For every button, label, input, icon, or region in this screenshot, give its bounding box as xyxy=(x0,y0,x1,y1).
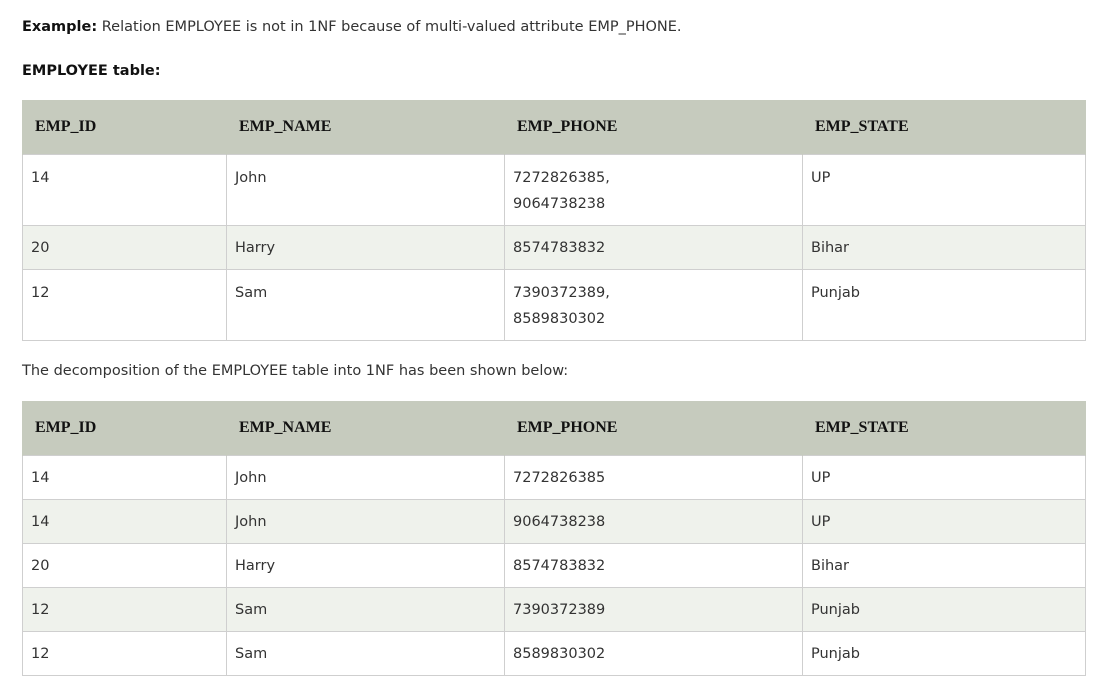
cell-emp-id: 14 xyxy=(22,498,227,544)
cell-emp-phone: 7272826385, 9064738238 xyxy=(504,153,803,226)
cell-emp-id: 20 xyxy=(22,224,227,270)
example-text: Relation EMPLOYEE is not in 1NF because … xyxy=(97,19,682,35)
cell-emp-phone: 7390372389, 8589830302 xyxy=(504,268,803,341)
cell-emp-id: 14 xyxy=(22,454,227,500)
header-emp-phone: EMP_PHONE xyxy=(504,401,803,455)
cell-emp-state: UP xyxy=(802,153,1086,226)
header-emp-id: EMP_ID xyxy=(22,401,227,455)
table-header-row: EMP_ID EMP_NAME EMP_PHONE EMP_STATE xyxy=(22,401,1086,455)
cell-emp-id: 20 xyxy=(22,542,227,588)
cell-emp-id: 12 xyxy=(22,268,227,341)
cell-emp-phone: 8574783832 xyxy=(504,224,803,270)
example-label: Example: xyxy=(22,19,98,35)
header-emp-phone: EMP_PHONE xyxy=(504,100,803,154)
phone-value: 9064738238 xyxy=(513,195,606,212)
cell-emp-name: John xyxy=(226,153,505,226)
cell-emp-name: Harry xyxy=(226,224,505,270)
cell-emp-phone: 7390372389 xyxy=(504,586,803,632)
header-emp-id: EMP_ID xyxy=(22,100,227,154)
header-emp-name: EMP_NAME xyxy=(226,100,505,154)
header-emp-name: EMP_NAME xyxy=(226,401,505,455)
decomposition-paragraph: The decomposition of the EMPLOYEE table … xyxy=(22,363,569,379)
cell-emp-phone: 8589830302 xyxy=(504,630,803,676)
table-row: 14 John 9064738238 UP xyxy=(22,498,1086,544)
employee-table: EMP_ID EMP_NAME EMP_PHONE EMP_STATE 14 J… xyxy=(22,100,1086,341)
cell-emp-id: 12 xyxy=(22,586,227,632)
phone-value: 7390372389, xyxy=(513,284,610,301)
employee-1nf-table: EMP_ID EMP_NAME EMP_PHONE EMP_STATE 14 J… xyxy=(22,401,1086,676)
cell-emp-name: Harry xyxy=(226,542,505,588)
cell-emp-id: 14 xyxy=(22,153,227,226)
cell-emp-phone: 9064738238 xyxy=(504,498,803,544)
cell-emp-state: Punjab xyxy=(802,586,1086,632)
cell-emp-state: Bihar xyxy=(802,224,1086,270)
table-row: 14 John 7272826385 UP xyxy=(22,454,1086,500)
table-row: 12 Sam 7390372389, 8589830302 Punjab xyxy=(22,268,1086,341)
cell-emp-name: Sam xyxy=(226,586,505,632)
cell-emp-id: 12 xyxy=(22,630,227,676)
header-emp-state: EMP_STATE xyxy=(802,401,1086,455)
phone-value: 7272826385, xyxy=(513,169,610,186)
example-paragraph: Example: Relation EMPLOYEE is not in 1NF… xyxy=(22,17,682,37)
cell-emp-name: Sam xyxy=(226,630,505,676)
cell-emp-name: John xyxy=(226,498,505,544)
table-caption: EMPLOYEE table: xyxy=(22,63,161,79)
header-emp-state: EMP_STATE xyxy=(802,100,1086,154)
table-row: 12 Sam 8589830302 Punjab xyxy=(22,630,1086,676)
table-row: 14 John 7272826385, 9064738238 UP xyxy=(22,153,1086,226)
table-row: 20 Harry 8574783832 Bihar xyxy=(22,224,1086,270)
cell-emp-state: Bihar xyxy=(802,542,1086,588)
cell-emp-state: Punjab xyxy=(802,268,1086,341)
cell-emp-state: UP xyxy=(802,498,1086,544)
cell-emp-name: John xyxy=(226,454,505,500)
cell-emp-state: Punjab xyxy=(802,630,1086,676)
cell-emp-phone: 7272826385 xyxy=(504,454,803,500)
cell-emp-state: UP xyxy=(802,454,1086,500)
cell-emp-phone: 8574783832 xyxy=(504,542,803,588)
table-row: 20 Harry 8574783832 Bihar xyxy=(22,542,1086,588)
table-row: 12 Sam 7390372389 Punjab xyxy=(22,586,1086,632)
cell-emp-name: Sam xyxy=(226,268,505,341)
table-header-row: EMP_ID EMP_NAME EMP_PHONE EMP_STATE xyxy=(22,100,1086,154)
phone-value: 8589830302 xyxy=(513,310,606,327)
